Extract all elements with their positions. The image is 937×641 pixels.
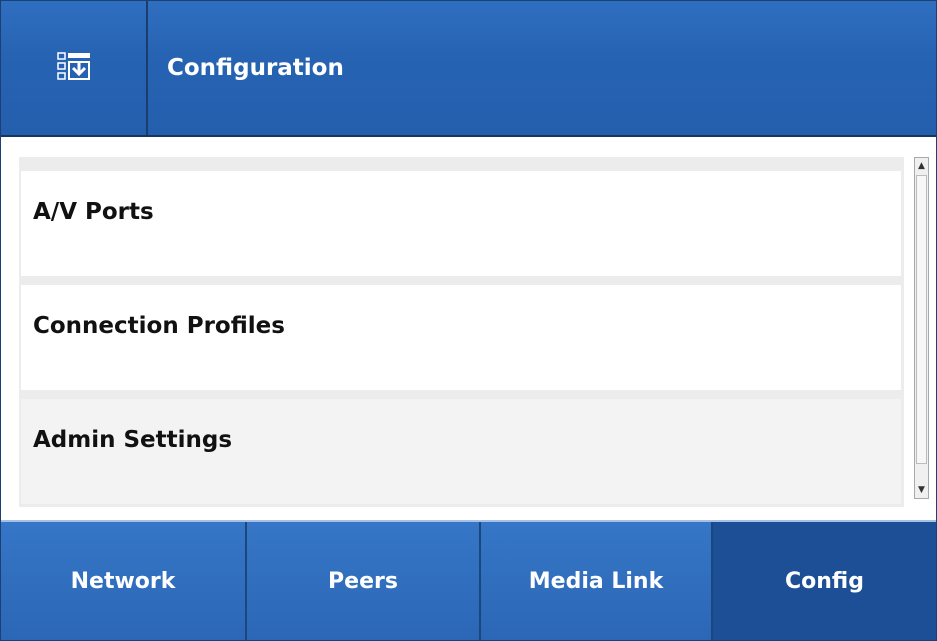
- tab-label: Network: [70, 568, 176, 594]
- header-bar: Configuration: [1, 1, 936, 137]
- tab-media-link[interactable]: Media Link: [481, 522, 713, 640]
- tab-label: Media Link: [528, 568, 664, 594]
- bottom-tab-bar: Network Peers Media Link Config: [1, 520, 936, 640]
- tab-peers[interactable]: Peers: [247, 522, 481, 640]
- list-item-av-ports[interactable]: A/V Ports: [21, 171, 901, 276]
- scroll-down-arrow-icon[interactable]: ▼: [915, 482, 928, 498]
- tab-network[interactable]: Network: [1, 522, 247, 640]
- config-list: A/V Ports Connection Profiles Admin Sett…: [19, 157, 904, 507]
- page-title: Configuration: [167, 55, 344, 81]
- tab-label: Peers: [328, 568, 398, 594]
- scroll-thumb[interactable]: [916, 175, 927, 464]
- vertical-scrollbar[interactable]: ▲ ▼: [914, 157, 929, 499]
- app-window: Configuration A/V Ports Connection Profi…: [0, 0, 937, 641]
- tab-config[interactable]: Config: [713, 522, 936, 640]
- scroll-up-arrow-icon[interactable]: ▲: [915, 158, 928, 174]
- list-item-label: A/V Ports: [33, 199, 154, 225]
- list-item-admin-settings[interactable]: Admin Settings: [21, 399, 901, 504]
- tab-label: Config: [785, 568, 864, 594]
- header-icon-button[interactable]: [1, 1, 148, 135]
- list-item-connection-profiles[interactable]: Connection Profiles: [21, 285, 901, 390]
- list-item-label: Connection Profiles: [33, 313, 285, 339]
- config-download-icon: [56, 52, 91, 84]
- list-item-label: Admin Settings: [33, 427, 233, 453]
